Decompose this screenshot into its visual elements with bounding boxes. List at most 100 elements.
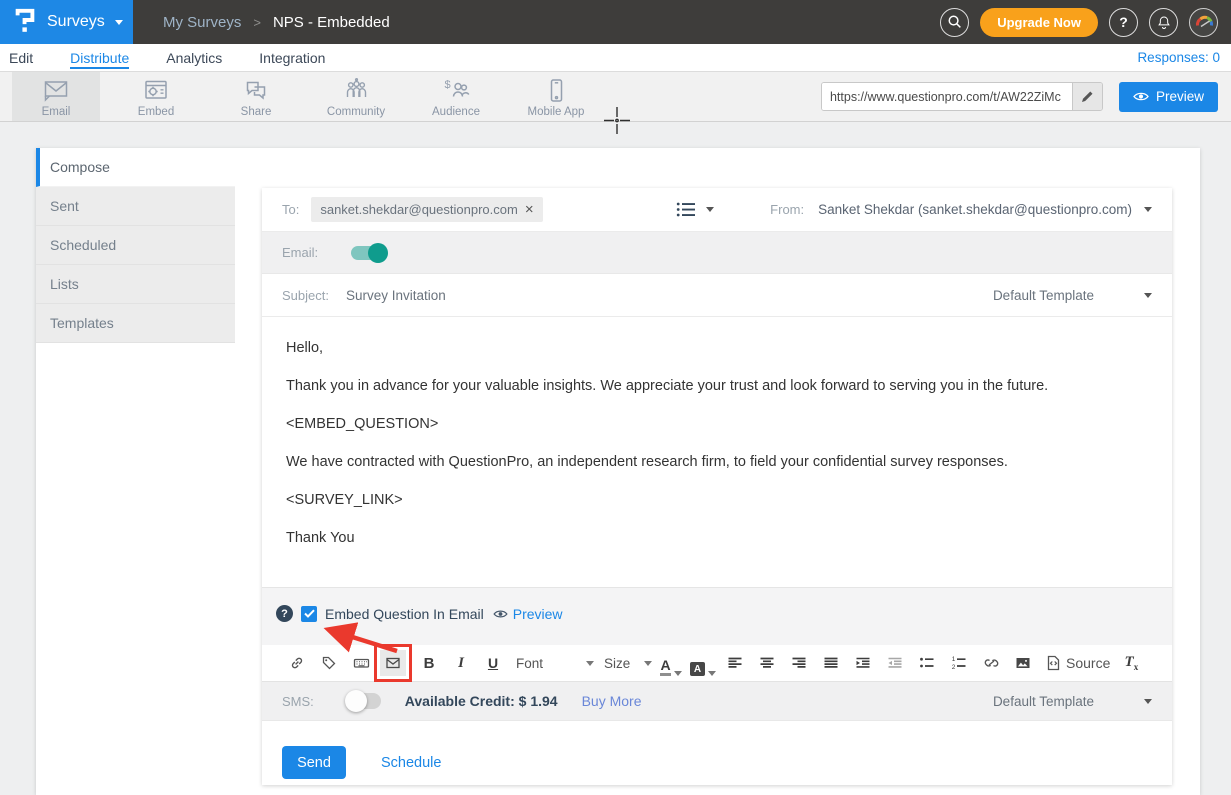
email-body-editor[interactable]: Hello, Thank you in advance for your val… bbox=[262, 317, 1172, 588]
justify-icon bbox=[823, 655, 839, 671]
recipient-email: sanket.shekdar@questionpro.com bbox=[320, 202, 517, 217]
remove-format-button[interactable]: Tx bbox=[1118, 650, 1144, 676]
sms-toggle[interactable] bbox=[347, 693, 381, 709]
subject-input[interactable]: Survey Invitation bbox=[346, 288, 446, 303]
email-toggle-label: Email: bbox=[282, 245, 318, 260]
channel-embed[interactable]: Embed bbox=[112, 72, 200, 121]
indent-button[interactable] bbox=[850, 650, 876, 676]
insert-image-button[interactable] bbox=[1010, 650, 1036, 676]
embed-preview-link[interactable]: Preview bbox=[493, 606, 563, 622]
channel-audience[interactable]: $ Audience bbox=[412, 72, 500, 121]
align-left-button[interactable] bbox=[722, 650, 748, 676]
source-button[interactable]: Source bbox=[1046, 655, 1110, 671]
chevron-down-icon bbox=[706, 207, 714, 212]
numbered-list-button[interactable]: 1 2 bbox=[946, 650, 972, 676]
bold-button[interactable]: B bbox=[416, 650, 442, 676]
product-name: Surveys bbox=[47, 13, 105, 31]
text-color-button[interactable]: A bbox=[658, 650, 684, 676]
sms-template-select[interactable]: Default Template bbox=[993, 694, 1152, 709]
channel-share[interactable]: Share bbox=[212, 72, 300, 121]
email-toggle[interactable] bbox=[351, 246, 385, 260]
tab-integration[interactable]: Integration bbox=[259, 45, 325, 71]
channel-email[interactable]: Email bbox=[12, 72, 100, 121]
chevron-down-icon bbox=[644, 661, 652, 666]
channel-label: Mobile App bbox=[528, 106, 585, 118]
product-switcher[interactable]: Surveys bbox=[0, 0, 133, 44]
help-button[interactable]: ? bbox=[1109, 8, 1138, 37]
search-button[interactable] bbox=[940, 8, 969, 37]
size-select[interactable]: Size bbox=[604, 656, 652, 671]
source-label: Source bbox=[1066, 655, 1110, 671]
font-select[interactable]: Font bbox=[516, 656, 594, 671]
body-paragraph: Hello, bbox=[286, 340, 1148, 356]
underline-button[interactable]: U bbox=[480, 650, 506, 676]
buy-more-link[interactable]: Buy More bbox=[582, 693, 642, 709]
email-toggle-row: Email: bbox=[262, 232, 1172, 274]
breadcrumb-my-surveys[interactable]: My Surveys bbox=[163, 14, 241, 31]
remove-recipient-icon[interactable]: × bbox=[525, 204, 534, 215]
align-right-button[interactable] bbox=[786, 650, 812, 676]
svg-text:1: 1 bbox=[952, 656, 956, 663]
help-tooltip-icon[interactable]: ? bbox=[276, 605, 293, 622]
embed-preview-label: Preview bbox=[513, 606, 563, 622]
bg-color-glyph: A bbox=[690, 662, 705, 676]
outdent-button[interactable] bbox=[882, 650, 908, 676]
channel-label: Email bbox=[42, 106, 71, 118]
pencil-icon bbox=[1081, 90, 1094, 103]
background-color-button[interactable]: A bbox=[690, 650, 716, 676]
preview-button[interactable]: Preview bbox=[1119, 82, 1218, 112]
sidebar-item-compose[interactable]: Compose bbox=[36, 148, 235, 187]
email-distribution-card: Compose Sent Scheduled Lists Templates T… bbox=[36, 148, 1200, 795]
tab-distribute[interactable]: Distribute bbox=[70, 45, 129, 71]
align-center-button[interactable] bbox=[754, 650, 780, 676]
preview-button-label: Preview bbox=[1156, 89, 1204, 104]
channel-label: Embed bbox=[138, 106, 174, 118]
notifications-button[interactable] bbox=[1149, 8, 1178, 37]
from-label: From: bbox=[770, 202, 804, 217]
justify-button[interactable] bbox=[818, 650, 844, 676]
upgrade-now-button[interactable]: Upgrade Now bbox=[980, 8, 1098, 37]
share-icon bbox=[241, 75, 271, 105]
responses-count[interactable]: Responses: 0 bbox=[1137, 50, 1222, 65]
hyperlink-button[interactable] bbox=[978, 650, 1004, 676]
from-select[interactable]: From: Sanket Shekdar (sanket.shekdar@que… bbox=[770, 202, 1152, 217]
top-bar: Surveys My Surveys > NPS - Embedded Upgr… bbox=[0, 0, 1231, 44]
tab-analytics[interactable]: Analytics bbox=[166, 45, 222, 71]
sidebar-item-lists[interactable]: Lists bbox=[36, 265, 235, 304]
edit-url-button[interactable] bbox=[1072, 82, 1102, 111]
sms-template-value: Default Template bbox=[993, 694, 1094, 709]
sidebar-item-sent[interactable]: Sent bbox=[36, 187, 235, 226]
embed-question-toolbar-button[interactable] bbox=[380, 650, 406, 676]
text-color-glyph: A bbox=[660, 658, 670, 676]
community-icon bbox=[341, 75, 371, 105]
insert-tag-button[interactable] bbox=[316, 650, 342, 676]
embed-question-checkbox[interactable] bbox=[301, 606, 317, 622]
tag-icon bbox=[321, 655, 337, 671]
sidebar-item-templates[interactable]: Templates bbox=[36, 304, 235, 343]
insert-link-button[interactable] bbox=[284, 650, 310, 676]
sidebar-item-scheduled[interactable]: Scheduled bbox=[36, 226, 235, 265]
chevron-down-icon bbox=[708, 671, 716, 676]
select-list-button[interactable] bbox=[676, 201, 714, 218]
chevron-down-icon bbox=[674, 671, 682, 676]
compose-panel: To: sanket.shekdar@questionpro.com × bbox=[262, 188, 1172, 785]
channel-mobile-app[interactable]: Mobile App bbox=[512, 72, 600, 121]
chevron-down-icon bbox=[1144, 699, 1152, 704]
survey-url-group: Preview bbox=[821, 72, 1218, 121]
bullet-list-button[interactable] bbox=[914, 650, 940, 676]
available-credit: Available Credit: $ 1.94 bbox=[405, 693, 558, 709]
keyboard-button[interactable] bbox=[348, 650, 374, 676]
user-avatar[interactable] bbox=[1189, 8, 1218, 37]
email-template-select[interactable]: Default Template bbox=[993, 288, 1152, 303]
breadcrumb: My Surveys > NPS - Embedded bbox=[163, 14, 390, 31]
survey-url-input[interactable] bbox=[822, 83, 1072, 110]
schedule-link[interactable]: Schedule bbox=[381, 755, 441, 771]
checkmark-icon bbox=[304, 609, 315, 618]
tab-edit[interactable]: Edit bbox=[9, 45, 33, 71]
embed-icon bbox=[141, 75, 171, 105]
mobile-app-icon bbox=[541, 75, 571, 105]
italic-button[interactable]: I bbox=[448, 650, 474, 676]
sidebar-item-label: Scheduled bbox=[50, 237, 116, 253]
channel-community[interactable]: Community bbox=[312, 72, 400, 121]
send-button[interactable]: Send bbox=[282, 746, 346, 779]
